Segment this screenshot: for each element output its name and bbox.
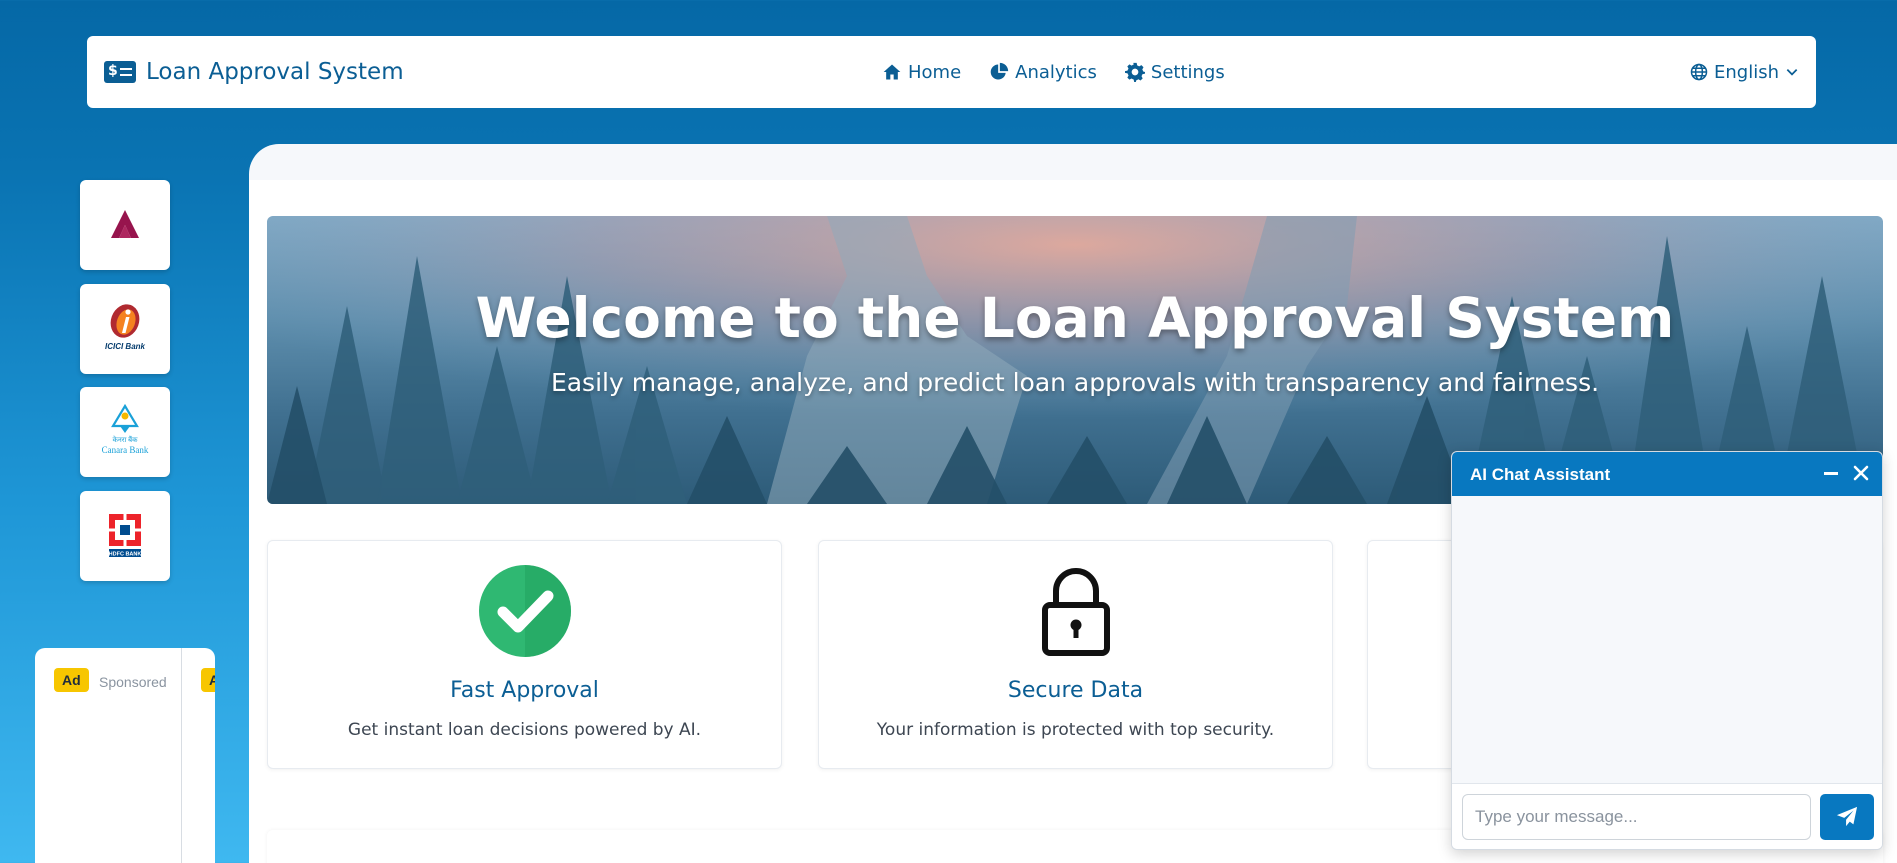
- feature-title: Fast Approval: [450, 678, 599, 703]
- ad-divider: [181, 648, 182, 863]
- nav-home[interactable]: Home: [882, 62, 961, 83]
- top-navbar: $ Loan Approval System Home Analytics Se…: [87, 36, 1816, 108]
- minimize-icon[interactable]: [1820, 462, 1842, 484]
- bank-tile-hdfc[interactable]: HDFC BANK: [80, 491, 170, 581]
- feature-card-fast-approval: Fast Approval Get instant loan decisions…: [267, 540, 782, 769]
- nav-settings[interactable]: Settings: [1124, 61, 1225, 83]
- ad-badge: Ad: [54, 668, 89, 692]
- ai-chat-widget: AI Chat Assistant: [1451, 451, 1883, 850]
- chart-pie-icon: [990, 62, 1009, 80]
- nav-settings-label: Settings: [1150, 61, 1225, 83]
- lock-icon: [1041, 568, 1110, 656]
- globe-icon: [1690, 63, 1708, 81]
- canara-logo-text: Canara Bank: [102, 445, 149, 455]
- feature-card-secure-data: Secure Data Your information is protecte…: [818, 540, 1333, 769]
- hero-subtitle: Easily manage, analyze, and predict loan…: [550, 368, 1600, 397]
- canara-bank-logo: केनरा बैंक Canara Bank: [102, 403, 149, 455]
- axis-bank-logo: [111, 210, 139, 238]
- home-icon: [883, 64, 901, 80]
- chat-header: AI Chat Assistant: [1452, 452, 1882, 496]
- close-icon[interactable]: [1850, 462, 1872, 484]
- bank-tile-axis[interactable]: [80, 180, 170, 270]
- language-label: English: [1714, 61, 1779, 83]
- nav-links: Home Analytics Settings: [882, 36, 1225, 108]
- gear-icon: [1124, 62, 1145, 82]
- check-circle-icon: [478, 565, 571, 657]
- money-bill-icon: $: [104, 61, 136, 83]
- nav-analytics[interactable]: Analytics: [989, 62, 1097, 83]
- paper-plane-icon: [1836, 806, 1858, 827]
- brand-title: Loan Approval System: [146, 59, 404, 85]
- chat-footer: [1452, 783, 1882, 849]
- nav-analytics-label: Analytics: [1015, 61, 1097, 83]
- icici-bank-logo: ICICI Bank: [105, 304, 146, 351]
- icici-logo-text: ICICI Bank: [105, 342, 146, 351]
- chat-messages[interactable]: [1452, 496, 1882, 784]
- chevron-down-icon: [1786, 69, 1798, 76]
- hdfc-bank-logo: HDFC BANK: [109, 514, 142, 558]
- hero-title: Welcome to the Loan Approval System: [475, 286, 1675, 350]
- nav-home-label: Home: [908, 61, 962, 83]
- ad-sponsored-label: Sponsored: [99, 674, 167, 690]
- ad-panel[interactable]: Ad Sponsored Ad: [35, 648, 215, 863]
- svg-text:केनरा बैंक: केनरा बैंक: [112, 435, 138, 444]
- chat-title: AI Chat Assistant: [1470, 465, 1611, 484]
- language-selector[interactable]: English: [1690, 36, 1799, 108]
- bank-tile-icici[interactable]: ICICI Bank: [80, 284, 170, 374]
- brand[interactable]: $ Loan Approval System: [104, 36, 404, 108]
- send-button[interactable]: [1820, 794, 1874, 840]
- feature-description: Your information is protected with top s…: [876, 720, 1275, 740]
- chat-message-input[interactable]: [1462, 794, 1811, 840]
- bank-tile-canara[interactable]: केनरा बैंक Canara Bank: [80, 387, 170, 477]
- feature-description: Get instant loan decisions powered by AI…: [347, 720, 702, 740]
- hdfc-logo-text: HDFC BANK: [109, 552, 142, 558]
- feature-title: Secure Data: [1007, 678, 1144, 703]
- ad-badge-secondary: Ad: [201, 668, 215, 692]
